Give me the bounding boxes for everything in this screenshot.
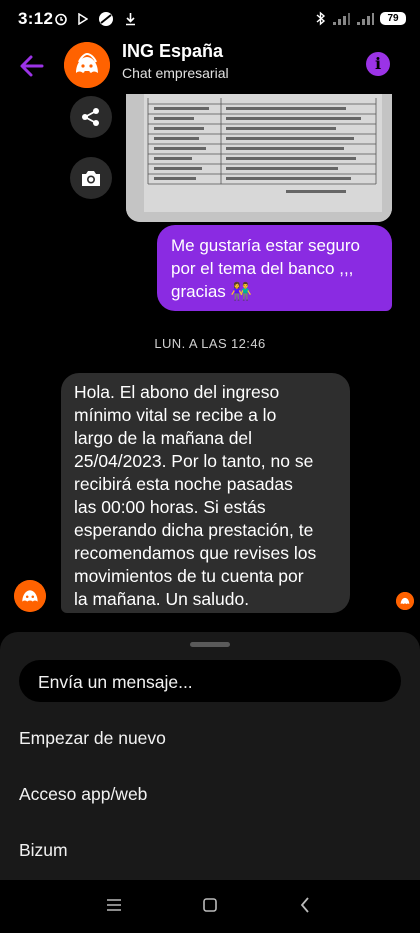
lion-logo-icon — [14, 580, 46, 612]
sheet-drag-handle[interactable] — [190, 642, 230, 647]
lion-logo-icon — [396, 592, 414, 610]
read-receipt-avatar — [396, 592, 414, 610]
share-icon — [82, 108, 99, 126]
chat-header: ING España Chat empresarial i — [0, 38, 420, 94]
back-arrow-icon[interactable] — [14, 48, 50, 84]
back-icon[interactable] — [300, 897, 310, 913]
shared-document-image[interactable] — [126, 94, 392, 222]
system-nav-bar — [0, 880, 420, 933]
play-icon — [78, 13, 88, 25]
status-bar: 3:12 79 — [0, 0, 420, 38]
notification-icons — [54, 11, 137, 27]
home-icon[interactable] — [203, 898, 217, 912]
signal-icon — [333, 12, 350, 25]
share-button[interactable] — [70, 96, 112, 138]
quick-reply-restart[interactable]: Empezar de nuevo — [19, 728, 166, 749]
camera-icon — [82, 171, 100, 186]
system-icons: 79 — [316, 11, 406, 26]
sender-avatar[interactable] — [14, 580, 46, 612]
message-input[interactable]: Envía un mensaje... — [19, 660, 401, 702]
bottom-sheet: Envía un mensaje... Empezar de nuevo Acc… — [0, 632, 420, 880]
received-message-text: Hola. El abono del ingreso mínimo vital … — [74, 382, 317, 609]
sent-message-bubble[interactable]: Me gustaría estar seguro por el tema del… — [157, 225, 392, 311]
message-input-placeholder: Envía un mensaje... — [38, 672, 193, 692]
menu-icon[interactable] — [106, 898, 122, 912]
lion-logo-icon — [64, 42, 110, 88]
app-ball-icon — [99, 12, 113, 26]
sent-message-text: Me gustaría estar seguro por el tema del… — [171, 236, 360, 301]
quick-reply-bizum[interactable]: Bizum — [19, 840, 68, 861]
camera-button[interactable] — [70, 157, 112, 199]
avatar[interactable] — [64, 42, 110, 88]
page-title: ING España — [122, 41, 224, 61]
received-message-bubble[interactable]: Hola. El abono del ingreso mínimo vital … — [61, 373, 350, 613]
bluetooth-icon — [316, 11, 326, 26]
status-time: 3:12 — [18, 9, 54, 28]
alarm-icon — [55, 13, 67, 26]
document-photo — [126, 94, 392, 222]
signal-icon-2 — [357, 12, 374, 25]
download-icon — [126, 13, 135, 26]
info-icon[interactable]: i — [366, 52, 390, 76]
page-subtitle: Chat empresarial — [122, 65, 229, 81]
message-timestamp: LUN. A LAS 12:46 — [154, 336, 266, 351]
quick-reply-app-web-access[interactable]: Acceso app/web — [19, 784, 147, 805]
battery-icon: 79 — [380, 12, 406, 25]
